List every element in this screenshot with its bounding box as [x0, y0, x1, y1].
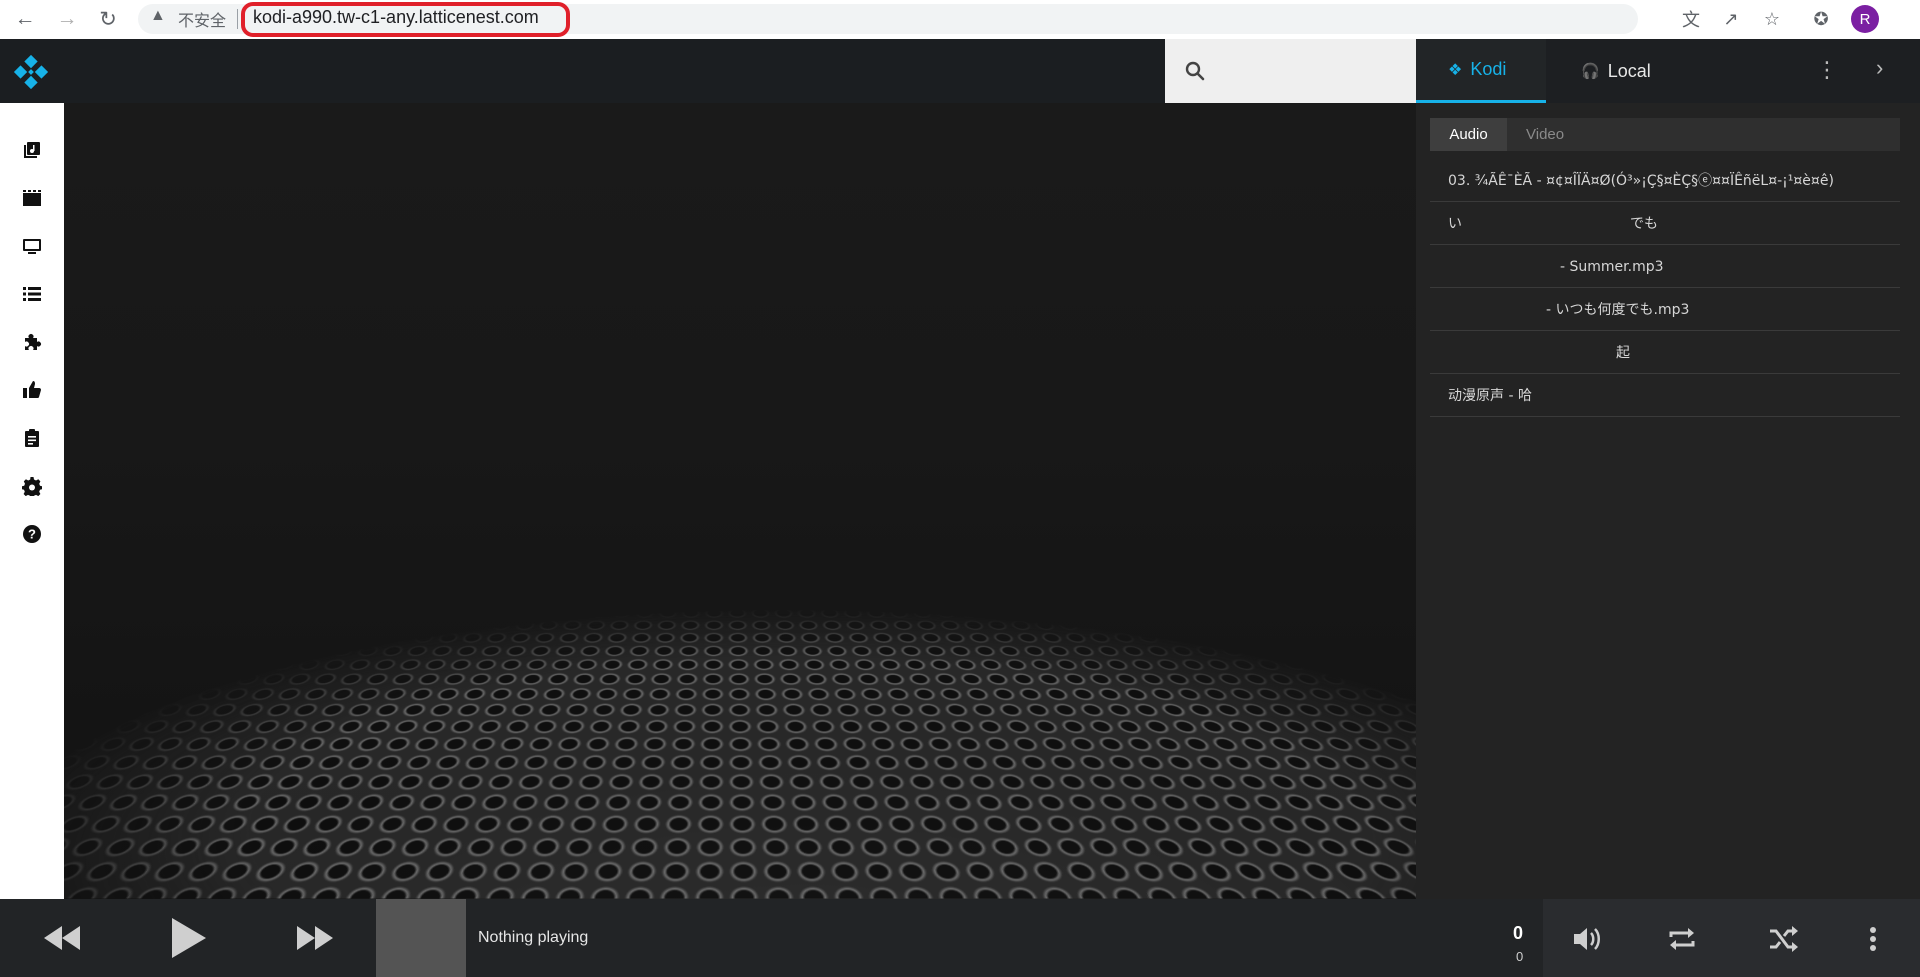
player-bar: Nothing playing 0 0: [0, 899, 1920, 977]
subtab-video[interactable]: Video: [1526, 118, 1564, 151]
forward-icon[interactable]: →: [52, 4, 82, 34]
kodi-app: ? ❖ Kodi 🎧 Local ⋮ › Audio Video 03. ¾ÃÊ…: [0, 39, 1920, 977]
list-item[interactable]: い でも: [1430, 202, 1900, 245]
translate-icon[interactable]: 文: [1678, 6, 1704, 32]
fast-forward-button[interactable]: [290, 913, 340, 963]
list-item[interactable]: 03. ¾ÃÊ¯ÈÃ - ¤¢¤ÎÏÄ¤Ø(Ó³»¡Ç§¤ÈÇ§ⓔ¤¤ÏÊñëL…: [1430, 159, 1900, 202]
repeat-icon[interactable]: [1664, 923, 1700, 955]
url-highlight-annotation: [241, 2, 570, 37]
warning-icon[interactable]: ▲: [150, 7, 166, 25]
time-counter-secondary: 0: [1516, 949, 1523, 964]
playlist-icon[interactable]: [20, 282, 44, 306]
kodi-icon: ❖: [1448, 60, 1462, 80]
top-bar: [0, 39, 1165, 103]
extensions-icon[interactable]: ✪: [1808, 6, 1834, 32]
more-vert-icon[interactable]: [1855, 923, 1891, 955]
addons-icon[interactable]: [20, 330, 44, 354]
play-button[interactable]: [163, 913, 213, 963]
list-item[interactable]: 起: [1430, 331, 1900, 374]
fast-forward-icon: [295, 924, 335, 952]
list-item[interactable]: - Summer.mp3: [1430, 245, 1900, 288]
clipboard-icon[interactable]: [20, 426, 44, 450]
url-separator: [237, 9, 238, 29]
chevron-right-icon[interactable]: ›: [1876, 55, 1883, 81]
right-panel: ❖ Kodi 🎧 Local ⋮ › Audio Video 03. ¾ÃÊ¯È…: [1416, 39, 1920, 899]
settings-icon[interactable]: [20, 474, 44, 498]
shuffle-icon[interactable]: [1765, 923, 1801, 955]
kodi-logo-icon[interactable]: [12, 53, 50, 91]
share-icon[interactable]: ↗: [1718, 6, 1744, 32]
tab-kodi-label: Kodi: [1470, 59, 1506, 80]
subtab-audio[interactable]: Audio: [1430, 118, 1507, 151]
left-sidebar: ?: [0, 103, 64, 899]
microphone-mesh-texture: [64, 555, 1416, 899]
time-counter: 0: [1513, 923, 1523, 944]
playlist-type-tabs: Audio Video: [1430, 118, 1900, 151]
panel-tab-bar: ❖ Kodi 🎧 Local ⋮ ›: [1416, 39, 1920, 103]
insecure-label[interactable]: 不安全: [178, 7, 226, 31]
reload-icon[interactable]: ↻: [93, 4, 123, 34]
more-vert-icon[interactable]: ⋮: [1816, 57, 1838, 83]
headphones-icon: 🎧: [1581, 62, 1600, 80]
now-playing-text: Nothing playing: [478, 929, 588, 947]
list-item[interactable]: - いつも何度でも.mp3: [1430, 288, 1900, 331]
browser-toolbar: ← → ↻ ▲ 不安全 kodi-a990.tw-c1-any.latticen…: [0, 0, 1920, 39]
playlist: 03. ¾ÃÊ¯ÈÃ - ¤¢¤ÎÏÄ¤Ø(Ó³»¡Ç§¤ÈÇ§ⓔ¤¤ÏÊñëL…: [1430, 159, 1900, 417]
player-controls: [1543, 899, 1920, 977]
background-microphone-image: [64, 103, 1416, 899]
movies-icon[interactable]: [20, 186, 44, 210]
tv-icon[interactable]: [20, 234, 44, 258]
play-icon: [168, 916, 208, 960]
music-library-icon[interactable]: [20, 138, 44, 162]
volume-icon[interactable]: [1569, 923, 1605, 955]
tab-kodi[interactable]: ❖ Kodi: [1416, 39, 1546, 103]
profile-avatar[interactable]: R: [1851, 5, 1879, 33]
thumbs-up-icon[interactable]: [20, 378, 44, 402]
back-icon[interactable]: ←: [10, 4, 40, 34]
now-playing-thumbnail[interactable]: [376, 899, 466, 977]
search-icon[interactable]: [1183, 59, 1207, 83]
tab-local-label: Local: [1608, 61, 1651, 82]
svg-text:?: ?: [28, 527, 36, 542]
rewind-button[interactable]: [37, 913, 87, 963]
list-item[interactable]: 动漫原声 - 哈: [1430, 374, 1900, 417]
tab-local[interactable]: 🎧 Local: [1581, 39, 1651, 103]
rewind-icon: [42, 924, 82, 952]
bookmark-star-icon[interactable]: ☆: [1759, 6, 1785, 32]
help-icon[interactable]: ?: [20, 522, 44, 546]
